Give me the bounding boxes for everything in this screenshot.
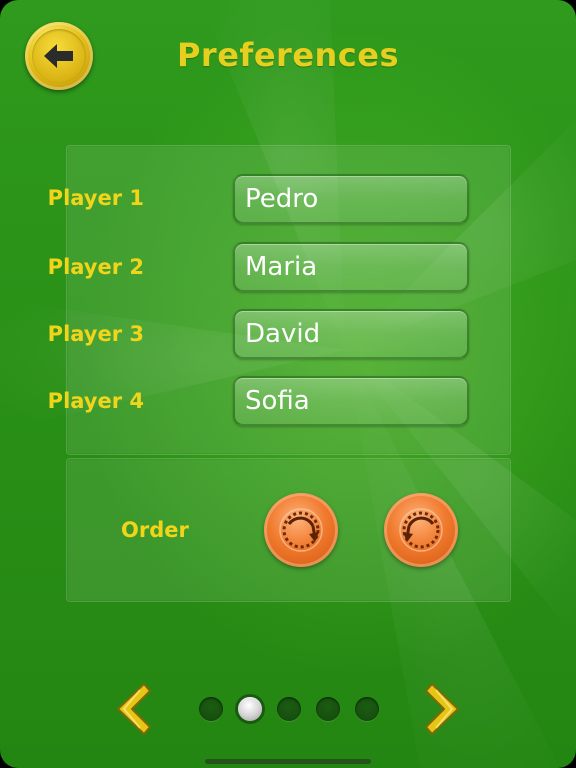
player-2-label: Player 2 xyxy=(47,255,144,279)
rotate-clockwise-icon xyxy=(279,508,323,552)
page-dot-4[interactable] xyxy=(316,697,340,721)
player-1-label: Player 1 xyxy=(47,186,144,210)
page-dot-5[interactable] xyxy=(355,697,379,721)
player-4-name-field[interactable]: Sofia xyxy=(233,376,469,426)
order-label: Order xyxy=(121,518,189,542)
page-title: Preferences xyxy=(0,36,576,74)
chevron-right-icon xyxy=(425,683,459,735)
preferences-screen: Preferences Player 1 Pedro Player 2 Mari… xyxy=(0,0,576,768)
order-counterclockwise-button[interactable] xyxy=(384,493,458,567)
page-title-text: Preferences xyxy=(176,36,400,74)
rotate-counterclockwise-icon xyxy=(399,508,443,552)
page-dot-3[interactable] xyxy=(277,697,301,721)
player-1-name-field[interactable]: Pedro xyxy=(233,174,469,224)
order-panel: Order xyxy=(66,458,511,602)
player-2-name-field[interactable]: Maria xyxy=(233,242,469,292)
players-panel: Player 1 Pedro Player 2 Maria Player 3 D… xyxy=(48,145,511,455)
chevron-left-icon xyxy=(117,683,151,735)
player-3-label: Player 3 xyxy=(47,322,144,346)
page-dot-1[interactable] xyxy=(199,697,223,721)
order-clockwise-button[interactable] xyxy=(252,481,350,579)
page-dot-2[interactable] xyxy=(238,697,262,721)
player-3-name-field[interactable]: David xyxy=(233,309,469,359)
page-indicator xyxy=(199,697,379,721)
player-4-label: Player 4 xyxy=(47,389,144,413)
next-page-button[interactable] xyxy=(424,680,466,738)
home-indicator[interactable] xyxy=(205,759,371,764)
previous-page-button[interactable] xyxy=(110,680,152,738)
